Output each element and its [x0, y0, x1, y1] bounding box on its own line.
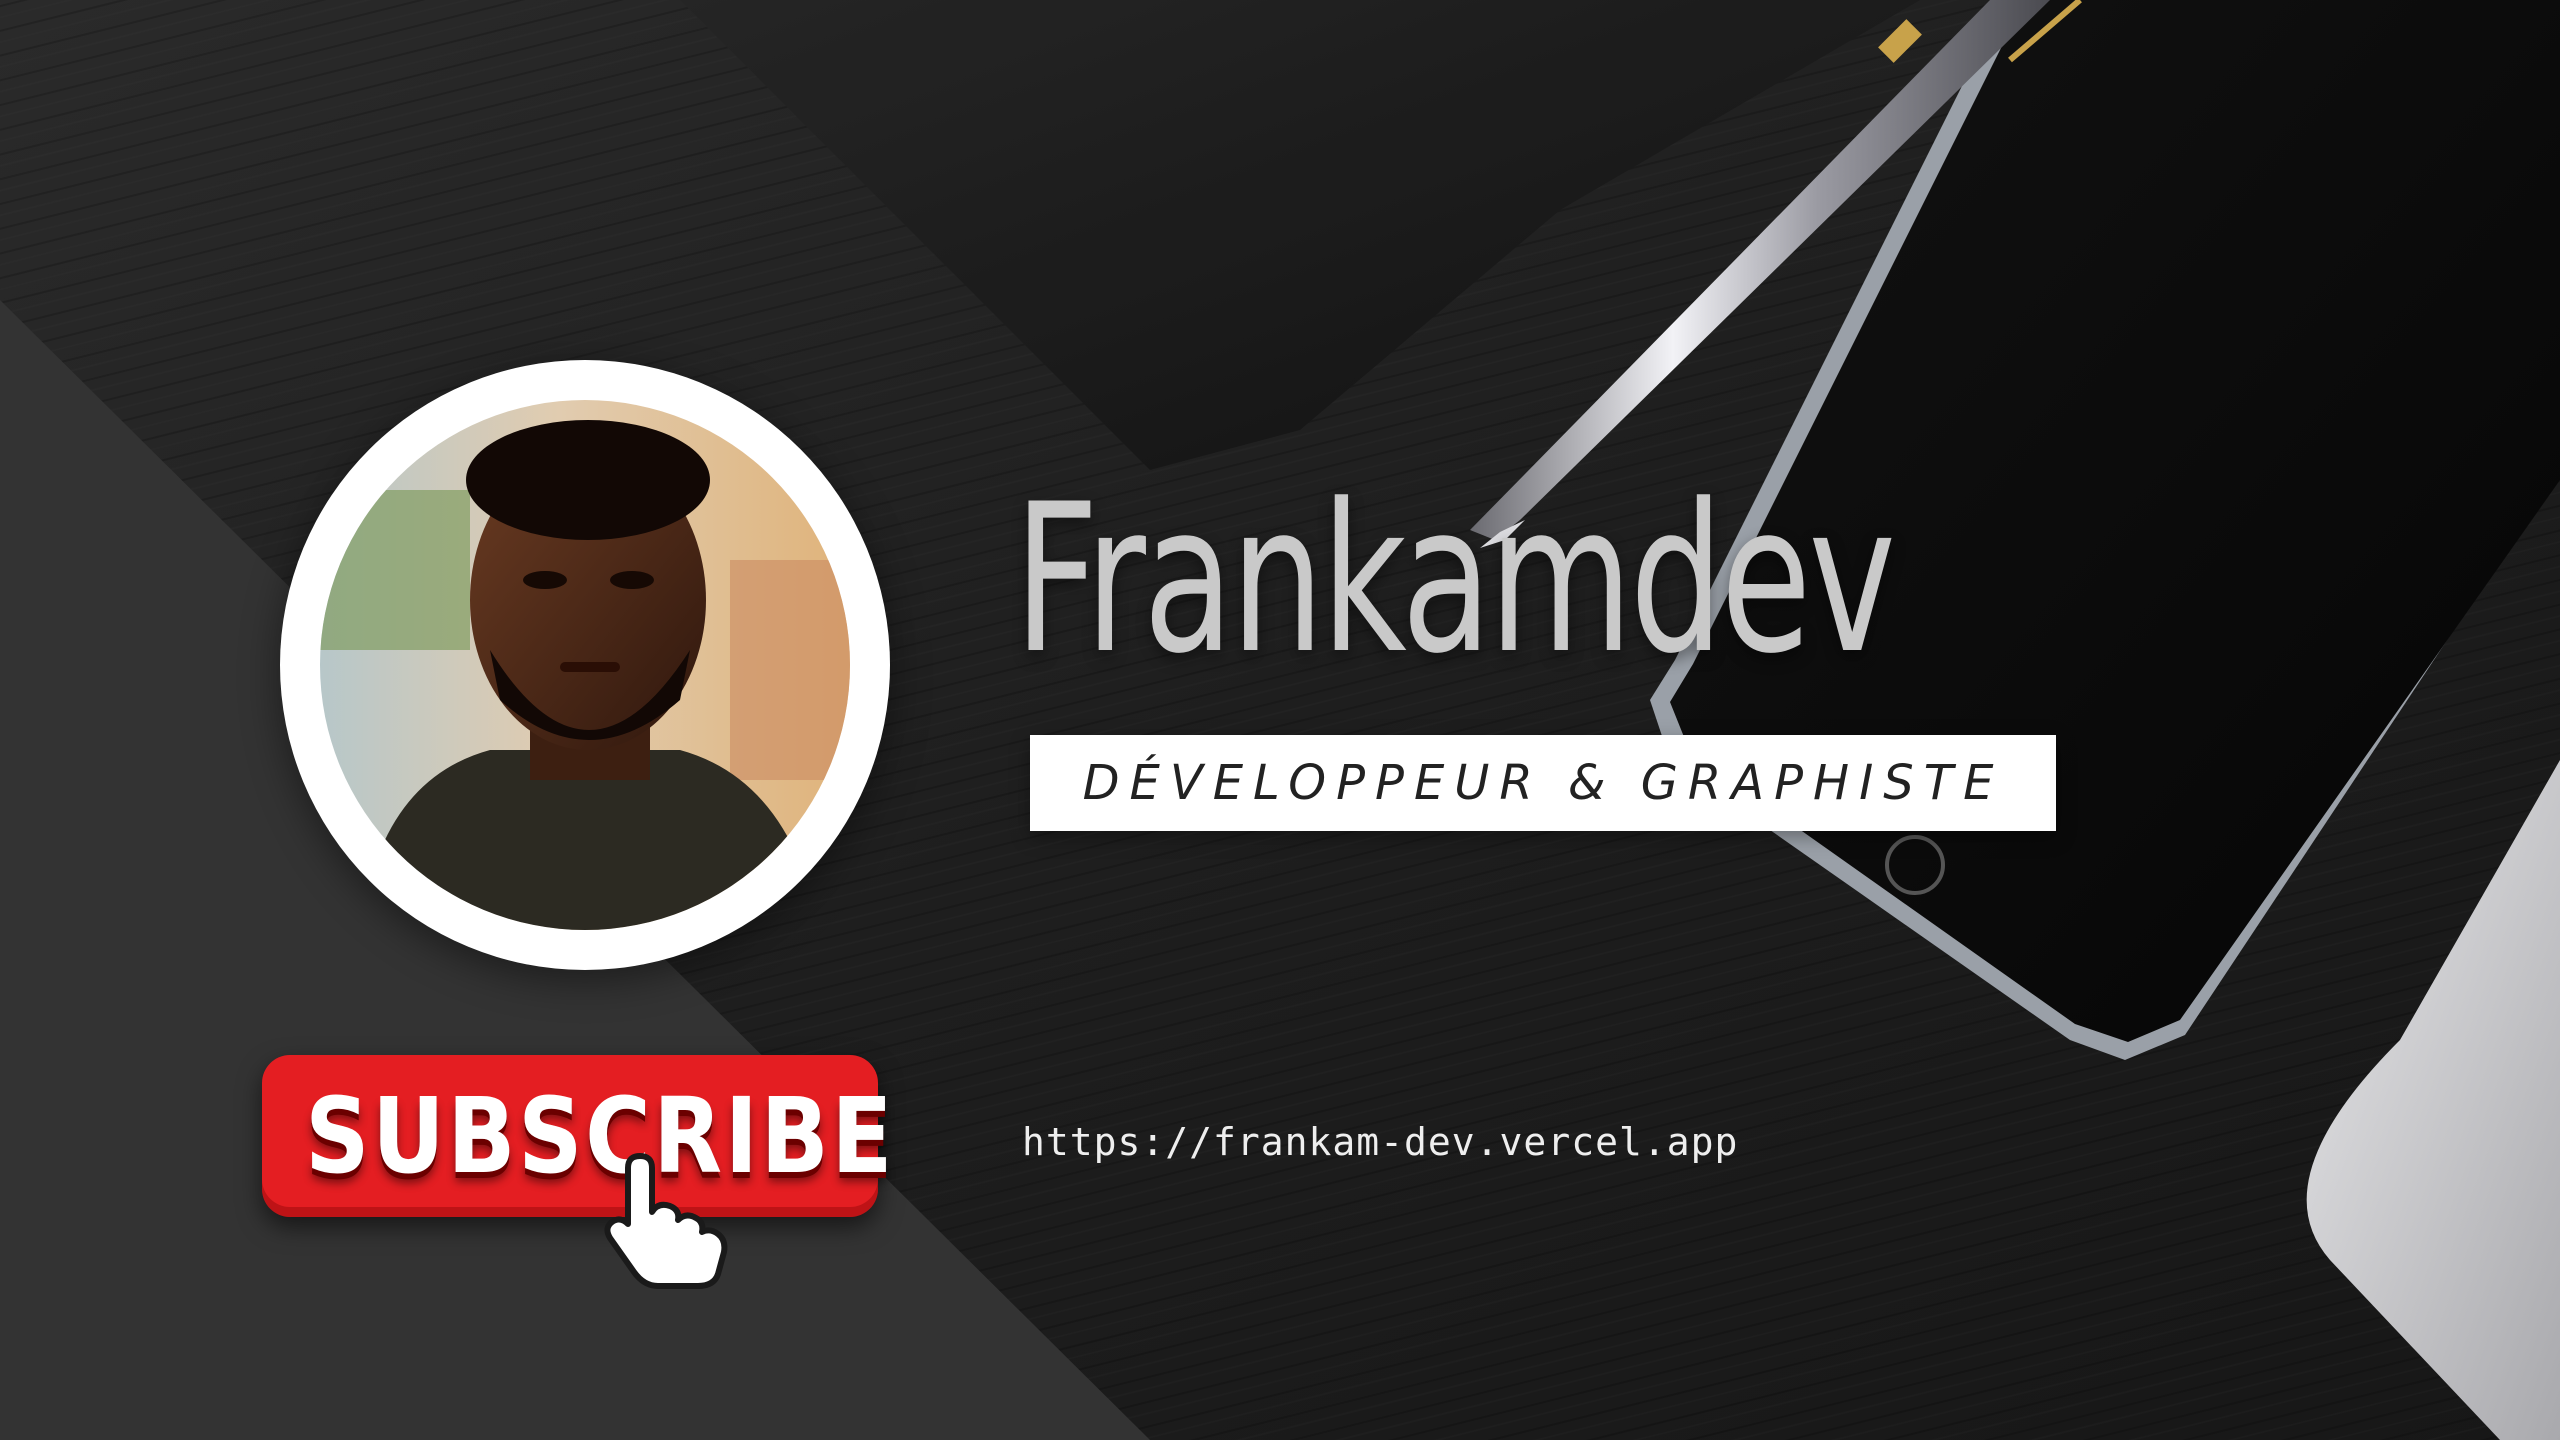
profile-photo-illustration — [320, 400, 850, 930]
website-link[interactable]: https://frankam-dev.vercel.app — [1022, 1112, 1922, 1172]
tagline-text: DÉVELOPPEUR & GRAPHISTE — [1082, 755, 2004, 811]
subscribe-label: SUBSCRIBE — [305, 1075, 896, 1197]
profile-photo-frame — [280, 360, 890, 970]
subscribe-button[interactable]: SUBSCRIBE — [262, 1055, 896, 1217]
profile-photo — [320, 400, 850, 930]
pointing-hand-icon — [598, 1150, 738, 1290]
channel-banner: Frankamdev DÉVELOPPEUR & GRAPHISTE https… — [0, 0, 2560, 1440]
channel-name: Frankamdev — [1014, 461, 1896, 699]
tagline-box: DÉVELOPPEUR & GRAPHISTE — [1030, 735, 2056, 831]
